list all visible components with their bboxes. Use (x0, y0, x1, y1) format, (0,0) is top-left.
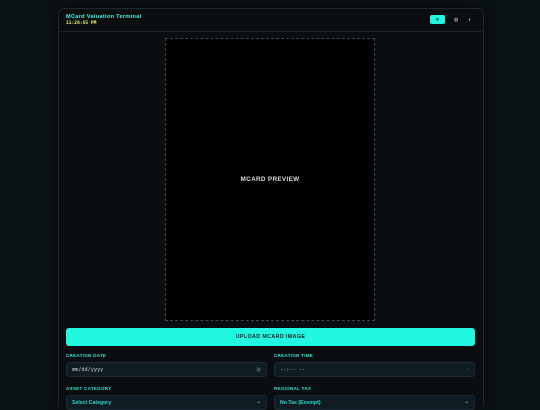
header-bar: MCard Valuation Terminal 11:26:55 PM ☀ ◍… (59, 9, 483, 32)
regional-tax-select[interactable]: No Tax (Exempt) ⌄ (274, 395, 475, 410)
creation-date-label: CREATION DATE (66, 353, 107, 358)
upload-mcard-button[interactable]: UPLOAD MCARD IMAGE (66, 328, 475, 346)
chevron-down-icon: ⌄ (464, 399, 469, 405)
sun-icon: ☀ (435, 16, 440, 23)
creation-time-input[interactable]: --:-- -- ◔ (274, 362, 475, 377)
asset-category-select[interactable]: Select Category ⌄ (66, 395, 267, 410)
creation-date-placeholder: mm/dd/yyyy (72, 367, 104, 373)
app-title: MCard Valuation Terminal (66, 14, 142, 20)
chevron-down-icon: ⌄ (256, 399, 261, 405)
system-theme-button[interactable]: ◍ (451, 15, 461, 24)
preview-label: MCARD PREVIEW (240, 176, 300, 183)
dark-theme-button[interactable]: ◐ (465, 15, 475, 24)
clock-icon[interactable]: ◔ (466, 367, 469, 373)
clock-display: 11:26:55 PM (66, 21, 97, 26)
contrast-icon: ◐ (468, 16, 472, 23)
regional-tax-label: REGIONAL TAX (274, 386, 312, 391)
creation-time-label: CREATION TIME (274, 353, 314, 358)
creation-time-placeholder: --:-- -- (280, 367, 305, 373)
terminal-panel: MCard Valuation Terminal 11:26:55 PM ☀ ◍… (58, 8, 484, 410)
mcard-preview-area[interactable]: MCARD PREVIEW (165, 38, 375, 321)
regional-tax-value: No Tax (Exempt) (280, 400, 321, 406)
asset-category-label: ASSET CATEGORY (66, 386, 112, 391)
monitor-icon: ◍ (453, 16, 459, 23)
asset-category-value: Select Category (72, 400, 112, 406)
creation-date-input[interactable]: mm/dd/yyyy ▦ (66, 362, 267, 377)
light-theme-button[interactable]: ☀ (430, 15, 445, 24)
calendar-icon[interactable]: ▦ (256, 367, 261, 373)
